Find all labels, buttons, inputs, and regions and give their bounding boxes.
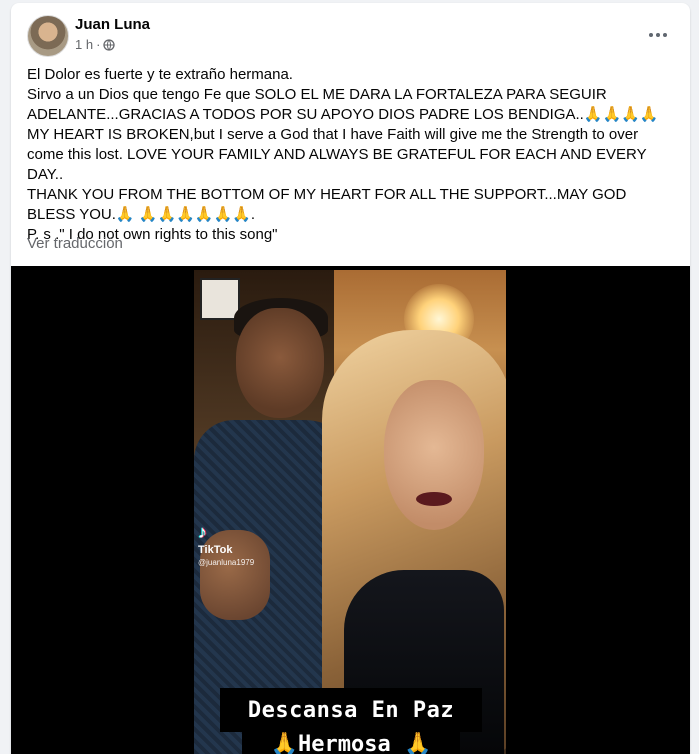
video-frame[interactable]: ♪ TikTok @juanluna1979 Descansa En Paz 🙏… — [194, 270, 506, 754]
more-dot — [656, 33, 660, 37]
post-text-line: THANK YOU FROM THE BOTTOM OF MY HEART FO… — [27, 186, 627, 223]
post-text-line: Sirvo a un Dios que tengo Fe que SOLO EL… — [27, 86, 659, 123]
more-dot — [663, 33, 667, 37]
globe-icon[interactable] — [103, 38, 116, 51]
video-caption-line1: Descansa En Paz — [220, 688, 482, 732]
tiktok-watermark: ♪ TikTok @juanluna1979 — [198, 522, 254, 567]
more-options-button[interactable] — [640, 21, 676, 49]
more-horizontal-icon — [649, 33, 653, 37]
post-text-line: MY HEART IS BROKEN,but I serve a God tha… — [27, 126, 647, 183]
post-text: El Dolor es fuerte y te extraño hermana.… — [27, 65, 677, 245]
post-text-line: El Dolor es fuerte y te extraño hermana. — [27, 66, 293, 83]
woman-lips — [416, 492, 452, 506]
video-caption-line2: 🙏Hermosa 🙏 — [242, 732, 460, 754]
tiktok-label: TikTok — [198, 544, 233, 556]
meta-separator: · — [96, 37, 101, 52]
woman-face — [384, 380, 484, 530]
post-card: Juan Luna 1 h · El Dolor es fuerte y te … — [11, 3, 690, 754]
see-translation-link[interactable]: Ver traducción — [27, 235, 123, 252]
post-time[interactable]: 1 h — [75, 37, 93, 52]
post-video[interactable]: ♪ TikTok @juanluna1979 Descansa En Paz 🙏… — [11, 266, 690, 754]
tiktok-icon: ♪ — [198, 522, 207, 542]
author-name[interactable]: Juan Luna — [75, 16, 150, 33]
tiktok-username: @juanluna1979 — [198, 558, 255, 567]
post-header: Juan Luna 1 h · — [11, 3, 690, 63]
man-face — [236, 308, 324, 418]
avatar[interactable] — [27, 15, 69, 57]
post-meta: 1 h · — [75, 37, 116, 52]
post-text-line: P. s ." I do not own rights to this song… — [27, 226, 278, 243]
